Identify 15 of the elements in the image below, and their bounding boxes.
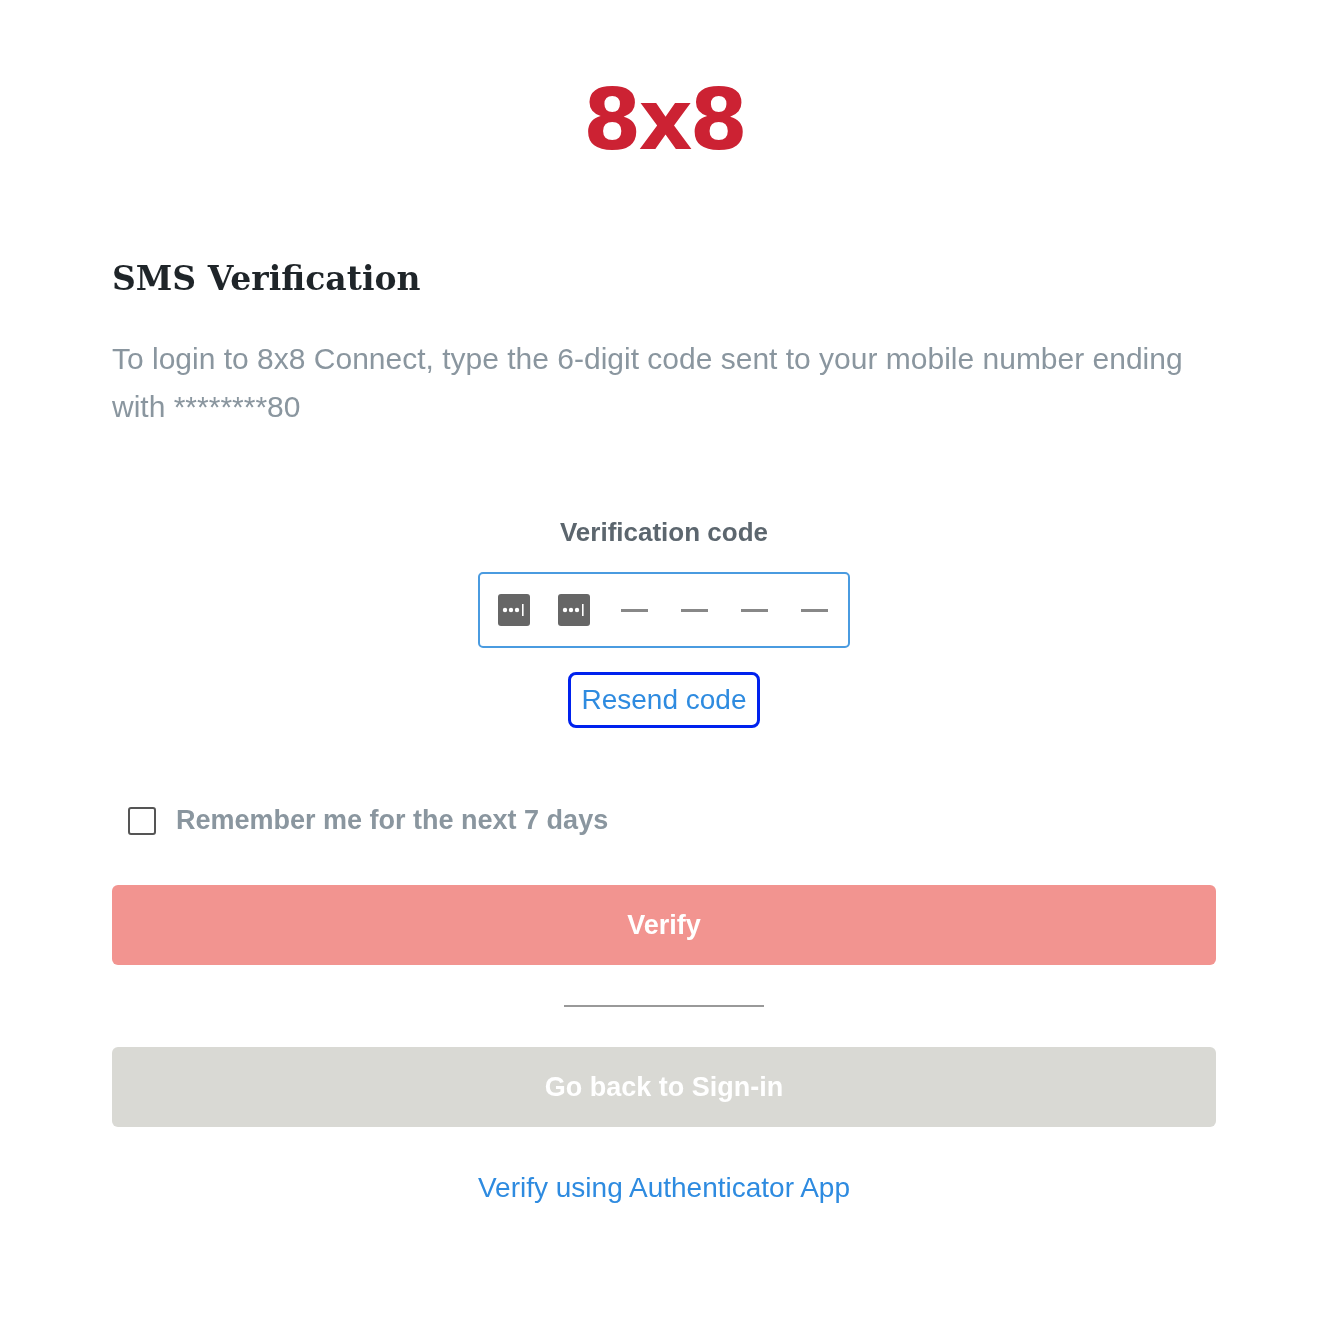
empty-digit-slot[interactable]	[680, 608, 708, 612]
remember-checkbox[interactable]	[128, 806, 156, 835]
authenticator-link[interactable]: Verify using Authenticator App	[478, 1166, 850, 1209]
remember-label: Remember me for the next 7 days	[176, 804, 609, 838]
empty-digit-slot[interactable]	[740, 608, 768, 612]
field-label: Verification code	[559, 516, 769, 550]
autofill-key-icon[interactable]	[498, 594, 530, 627]
page-heading: SMS Verification	[112, 258, 421, 300]
autofill-key-icon[interactable]	[558, 594, 590, 627]
empty-digit-slot[interactable]	[620, 608, 648, 612]
instructions-text: To login to 8x8 Connect, type the 6-digit code sent to your mobile number ending with ********80	[112, 341, 1184, 426]
resend-code-link[interactable]: Resend code	[568, 672, 760, 729]
code-input-field[interactable]	[478, 572, 850, 649]
brand-logo: 8x8	[582, 78, 746, 162]
empty-digit-slot[interactable]	[800, 608, 828, 612]
